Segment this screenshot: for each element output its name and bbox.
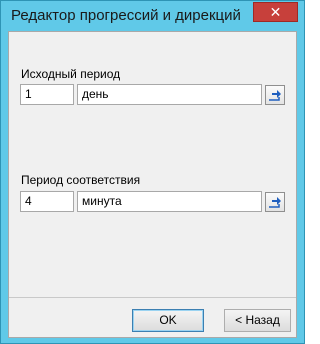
source-period-count-field[interactable]: 1 [20, 84, 74, 105]
dialog-client-area: Исходный период 1 день Период соответств… [8, 31, 297, 338]
arrow-right-icon [269, 197, 281, 208]
close-icon: ✕ [269, 3, 282, 20]
source-period-label: Исходный период [21, 67, 121, 81]
source-period-unit-field[interactable]: день [77, 84, 262, 105]
match-period-count-field[interactable]: 4 [20, 191, 74, 212]
match-period-picker-button[interactable] [265, 192, 285, 212]
match-period-unit-field[interactable]: минута [77, 191, 262, 212]
source-period-picker-button[interactable] [265, 85, 285, 105]
close-button[interactable]: ✕ [253, 2, 298, 22]
match-period-label: Период соответствия [21, 173, 141, 187]
dialog-window: Редактор прогрессий и дирекций ✕ Исходны… [0, 0, 305, 344]
title-bar[interactable]: Редактор прогрессий и дирекций ✕ [1, 1, 304, 31]
back-button[interactable]: < Назад [224, 309, 291, 332]
button-separator [9, 297, 296, 298]
window-title: Редактор прогрессий и дирекций [11, 7, 241, 24]
arrow-right-icon [269, 90, 281, 101]
ok-button[interactable]: OK [132, 309, 204, 332]
